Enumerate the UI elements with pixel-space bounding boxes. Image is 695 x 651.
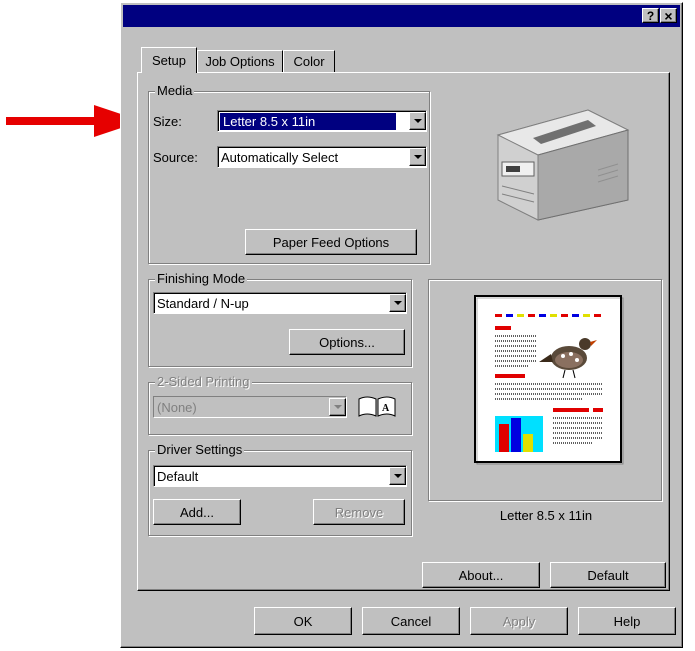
driver-settings-group: Driver Settings Default Add... Remove xyxy=(148,442,412,536)
finishing-mode-group: Finishing Mode Standard / N-up Options..… xyxy=(148,271,412,367)
tab-job-options-label: Job Options xyxy=(205,54,275,69)
driver-settings-value: Default xyxy=(157,468,199,484)
media-group: Media Size: Letter 8.5 x 11in Source: Au… xyxy=(148,83,430,264)
title-bar: ? × xyxy=(123,5,680,27)
source-select[interactable]: Automatically Select xyxy=(217,146,427,168)
preview-caption: Letter 8.5 x 11in xyxy=(499,508,593,523)
finishing-mode-select[interactable]: Standard / N-up xyxy=(153,292,407,314)
cancel-button[interactable]: Cancel xyxy=(362,607,460,635)
media-group-label: Media xyxy=(155,83,195,98)
apply-button: Apply xyxy=(470,607,568,635)
tab-job-options[interactable]: Job Options xyxy=(197,50,283,72)
tab-setup[interactable]: Setup xyxy=(141,47,197,73)
chevron-down-icon[interactable] xyxy=(409,112,426,130)
two-sided-printing-group-label: 2-Sided Printing xyxy=(155,374,252,389)
tab-setup-label: Setup xyxy=(152,53,186,68)
size-select-value: Letter 8.5 x 11in xyxy=(220,112,396,130)
two-sided-select[interactable]: (None) xyxy=(153,396,347,418)
book-icon: A xyxy=(358,396,396,417)
finishing-mode-group-label: Finishing Mode xyxy=(155,271,248,286)
help-title-button[interactable]: ? xyxy=(642,8,659,23)
add-button[interactable]: Add... xyxy=(153,499,241,525)
chevron-down-icon[interactable] xyxy=(389,294,406,312)
printer-image xyxy=(496,109,630,221)
size-label: Size: xyxy=(153,114,182,129)
finishing-mode-value: Standard / N-up xyxy=(157,295,249,311)
paper-feed-options-button[interactable]: Paper Feed Options xyxy=(245,229,417,255)
source-label: Source: xyxy=(153,150,198,165)
two-sided-printing-group: 2-Sided Printing (None) A xyxy=(148,374,412,435)
finishing-options-button[interactable]: Options... xyxy=(289,329,405,355)
about-button[interactable]: About... xyxy=(422,562,540,588)
driver-settings-select[interactable]: Default xyxy=(153,465,407,487)
source-select-value: Automatically Select xyxy=(221,149,339,165)
chevron-down-icon[interactable] xyxy=(409,148,426,166)
tab-color-label: Color xyxy=(293,54,325,69)
tab-color[interactable]: Color xyxy=(283,50,335,72)
remove-button: Remove xyxy=(313,499,405,525)
tab-page-setup: Media Size: Letter 8.5 x 11in Source: Au… xyxy=(137,72,670,591)
driver-settings-group-label: Driver Settings xyxy=(155,442,245,457)
preview-chart xyxy=(495,416,543,452)
chevron-down-icon[interactable] xyxy=(389,467,406,485)
page-preview-image xyxy=(474,295,624,465)
preview-panel: Letter 8.5 x 11in xyxy=(428,279,662,523)
size-select[interactable]: Letter 8.5 x 11in xyxy=(217,110,427,132)
two-sided-value: (None) xyxy=(157,399,197,415)
default-button[interactable]: Default xyxy=(550,562,666,588)
printer-properties-dialog: ? × Setup Job Options Color Media Size: … xyxy=(120,2,683,648)
chevron-down-icon xyxy=(329,398,346,416)
help-button[interactable]: Help xyxy=(578,607,676,635)
svg-text:A: A xyxy=(382,403,390,414)
close-icon[interactable]: × xyxy=(660,8,677,24)
ok-button[interactable]: OK xyxy=(254,607,352,635)
